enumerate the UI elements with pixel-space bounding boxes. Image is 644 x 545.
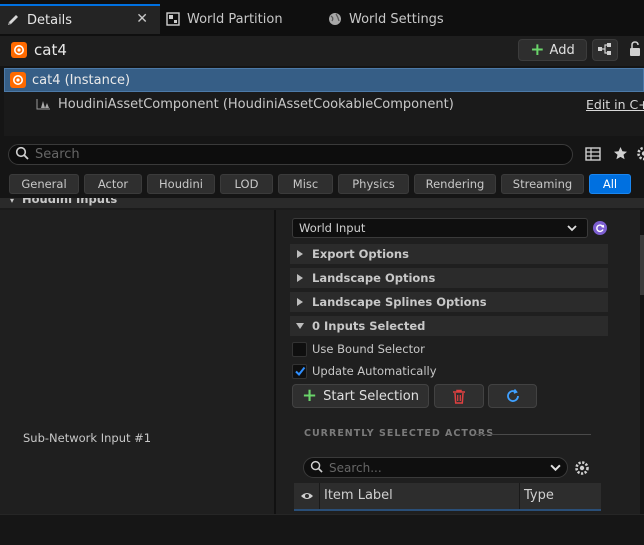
actor-search-input[interactable] [329,460,539,475]
section-export-options[interactable]: Export Options [290,244,608,264]
chevron-right-icon [297,250,303,258]
star-icon[interactable] [613,146,628,164]
lock-button[interactable] [624,39,644,61]
section-label: Export Options [312,247,409,261]
houdini-icon [10,72,26,88]
checkbox-label: Use Bound Selector [312,342,425,356]
column-item-label[interactable]: Item Label [324,488,393,503]
close-icon[interactable]: ✕ [136,11,148,27]
start-selection-button[interactable]: + Start Selection [292,384,429,408]
search-icon [310,460,323,476]
section-label: Landscape Options [312,271,436,285]
tab-world-partition[interactable]: World Partition [166,6,283,32]
blueprint-icon [597,42,613,59]
clear-selection-button[interactable] [434,384,484,408]
chevron-down-icon [296,323,304,329]
filter-physics[interactable]: Physics [338,174,409,194]
details-search[interactable] [8,144,573,165]
gear-icon[interactable] [574,460,590,479]
tree-item-instance-label: cat4 (Instance) [32,72,131,88]
houdini-icon [11,42,27,58]
table-header-underline [294,509,601,511]
pencil-icon [6,13,20,27]
input-type-value: World Input [299,221,366,235]
actor-title: cat4 [34,41,67,59]
scrollbar-thumb[interactable] [640,235,644,295]
filter-streaming[interactable]: Streaming [501,174,584,194]
section-header-houdini-inputs[interactable]: Houdini Inputs ▾ [0,198,644,208]
filter-actor[interactable]: Actor [84,174,142,194]
tab-world-partition-label: World Partition [187,11,283,27]
section-inputs-selected[interactable]: 0 Inputs Selected [290,316,608,336]
component-icon [36,97,52,111]
tree-item-component-label: HoudiniAssetComponent (HoudiniAssetCooka… [58,96,454,112]
filter-houdini[interactable]: Houdini [147,174,215,194]
filter-all[interactable]: All [589,174,631,194]
checkbox-label: Update Automatically [312,364,437,378]
filter-lod[interactable]: LOD [220,174,273,194]
section-label: 0 Inputs Selected [312,319,426,333]
tab-world-settings-label: World Settings [349,11,444,27]
chevron-right-icon [297,274,303,282]
column-divider[interactable] [319,483,320,509]
grid-icon [166,12,180,26]
update-automatically-checkbox[interactable] [292,363,307,379]
search-input[interactable] [35,147,535,162]
input-label: Sub-Network Input #1 [23,431,152,445]
chevron-down-icon: ▾ [10,198,15,205]
update-automatically-row: Update Automatically [292,362,437,380]
chevron-right-icon [297,298,303,306]
add-component-button[interactable]: + Add [518,39,587,61]
tree-item-instance[interactable]: cat4 (Instance) [4,68,644,92]
filter-rendering[interactable]: Rendering [414,174,496,194]
edit-in-cpp-link[interactable]: Edit in C++ [586,97,644,112]
selected-actors-header: CURRENTLY SELECTED ACTORS [304,428,495,439]
checkmark-icon [294,366,305,377]
use-bound-selector-checkbox[interactable] [292,341,307,357]
add-button-label: Add [549,42,575,58]
property-name-column [0,210,274,514]
table-view-icon[interactable] [585,147,601,164]
column-divider[interactable] [519,483,520,509]
divider [475,434,591,435]
section-landscape-options[interactable]: Landscape Options [290,268,608,288]
globe-icon [328,12,342,26]
start-selection-label: Start Selection [323,388,419,404]
use-bound-selector-row: Use Bound Selector [292,340,425,358]
plus-icon: + [530,39,545,60]
refresh-icon [506,389,519,402]
plus-icon: + [302,385,318,406]
eye-icon[interactable] [294,491,320,501]
search-icon [15,146,29,163]
column-type[interactable]: Type [524,488,554,503]
section-landscape-splines-options[interactable]: Landscape Splines Options [290,292,608,312]
section-header-label: Houdini Inputs [22,198,118,206]
chevron-down-icon [567,222,577,236]
trash-icon [453,389,465,404]
input-type-dropdown[interactable]: World Input [292,218,588,238]
filter-misc[interactable]: Misc [278,174,333,194]
tab-details-label: Details [27,12,73,28]
lock-icon [628,40,642,60]
actor-search[interactable] [303,457,568,478]
filter-general[interactable]: General [9,174,79,194]
bottom-panel [0,514,644,545]
blueprint-button[interactable] [592,39,618,61]
tab-world-settings[interactable]: World Settings [328,6,444,32]
refresh-selection-button[interactable] [488,384,537,408]
section-label: Landscape Splines Options [312,295,487,309]
reset-to-default-icon[interactable] [593,221,607,235]
tree-item-component[interactable]: HoudiniAssetComponent (HoudiniAssetCooka… [4,93,644,115]
tab-details[interactable]: Details ✕ [0,4,160,34]
gear-icon[interactable] [636,146,644,164]
chevron-down-icon[interactable] [550,462,561,476]
